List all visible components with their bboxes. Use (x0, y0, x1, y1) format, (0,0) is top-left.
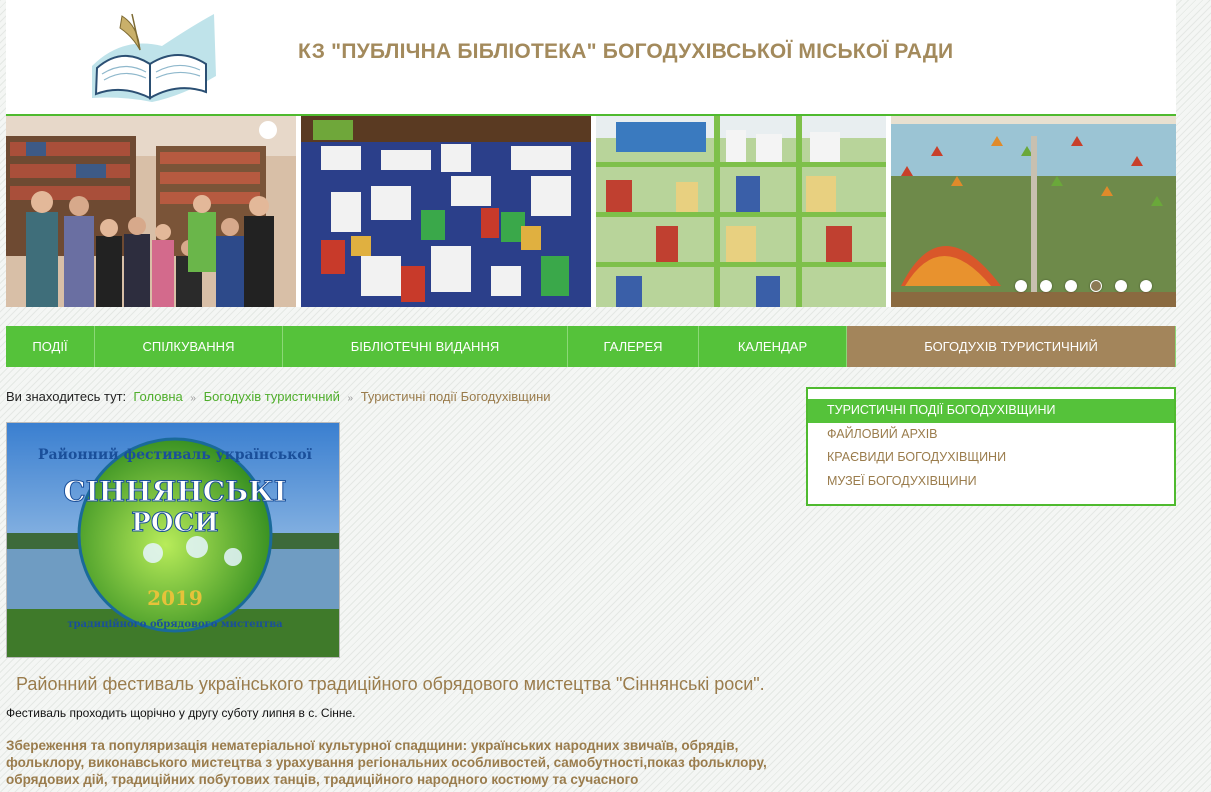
nav-item-communication[interactable]: СПІЛКУВАННЯ (95, 326, 283, 367)
slider-dot-active[interactable] (1090, 280, 1102, 292)
slider-dot[interactable] (1115, 280, 1127, 292)
poster-title-line2: РОСИ (131, 508, 218, 538)
library-logo[interactable] (82, 6, 220, 104)
slider-dot[interactable] (1015, 280, 1027, 292)
slide-library-group-photo[interactable] (6, 116, 296, 307)
breadcrumb-current: Туристичні події Богодухівщини (360, 389, 551, 404)
side-menu-item-file-archive[interactable]: ФАЙЛОВИЙ АРХІВ (808, 423, 1174, 447)
nav-item-library-publications[interactable]: БІБЛІОТЕЧНІ ВИДАННЯ (283, 326, 568, 367)
poster-top-arc-text: Районний фестиваль української (38, 446, 313, 463)
nav-item-events[interactable]: ПОДІЇ (6, 326, 95, 367)
breadcrumb-prefix: Ви знаходитесь тут: (6, 389, 127, 404)
nav-item-gallery[interactable]: ГАЛЕРЕЯ (568, 326, 699, 367)
breadcrumb-separator-icon: » (190, 393, 196, 404)
nav-item-calendar[interactable]: КАЛЕНДАР (699, 326, 847, 367)
breadcrumb: Ви знаходитесь тут: Головна » Богодухів … (6, 389, 551, 404)
festival-poster-image[interactable]: Районний фестиваль української СІННЯНСЬК… (6, 422, 340, 658)
slider-dot[interactable] (1140, 280, 1152, 292)
site-title[interactable]: КЗ "ПУБЛІЧНА БІБЛІОТЕКА" БОГОДУХІВСЬКОЇ … (298, 40, 953, 64)
slide-book-exhibition[interactable] (301, 116, 591, 307)
breadcrumb-home-link[interactable]: Головна (133, 389, 182, 404)
slider-dots (1015, 280, 1152, 292)
article-paragraph: Фестиваль проходить щорічно у другу субо… (6, 706, 356, 720)
breadcrumb-separator-icon: » (347, 393, 354, 404)
site-header: КЗ "ПУБЛІЧНА БІБЛІОТЕКА" БОГОДУХІВСЬКОЇ … (6, 0, 1176, 116)
side-menu-item-tourist-events[interactable]: ТУРИСТИЧНІ ПОДІЇ БОГОДУХІВЩИНИ (808, 399, 1174, 423)
poster-title-line1: СІННЯНСЬКІ (63, 475, 286, 508)
slide-book-shelves[interactable] (596, 116, 886, 307)
slider-dot[interactable] (1065, 280, 1077, 292)
image-slider[interactable] (6, 116, 1176, 307)
side-menu-item-landscapes[interactable]: КРАЄВИДИ БОГОДУХІВЩИНИ (808, 446, 1174, 470)
breadcrumb-section-link[interactable]: Богодухів туристичний (204, 389, 340, 404)
article-title: Районний фестиваль українського традицій… (16, 674, 765, 694)
poster-year: 2019 (147, 586, 203, 610)
article-paragraph-bold: Збереження та популяризація нематеріальн… (6, 738, 767, 787)
main-nav: ПОДІЇ СПІЛКУВАННЯ БІБЛІОТЕЧНІ ВИДАННЯ ГА… (6, 326, 1176, 367)
poster-bottom-arc-text: традиційного обрядового мистецтва (67, 619, 283, 630)
slide-autumn-window-decoration[interactable] (891, 116, 1176, 307)
nav-item-tourist-bohodukhiv[interactable]: БОГОДУХІВ ТУРИСТИЧНИЙ (847, 326, 1176, 367)
side-menu-item-museums[interactable]: МУЗЕЇ БОГОДУХІВЩИНИ (808, 470, 1174, 494)
slider-dot[interactable] (1040, 280, 1052, 292)
side-menu: ТУРИСТИЧНІ ПОДІЇ БОГОДУХІВЩИНИ ФАЙЛОВИЙ … (806, 387, 1176, 506)
